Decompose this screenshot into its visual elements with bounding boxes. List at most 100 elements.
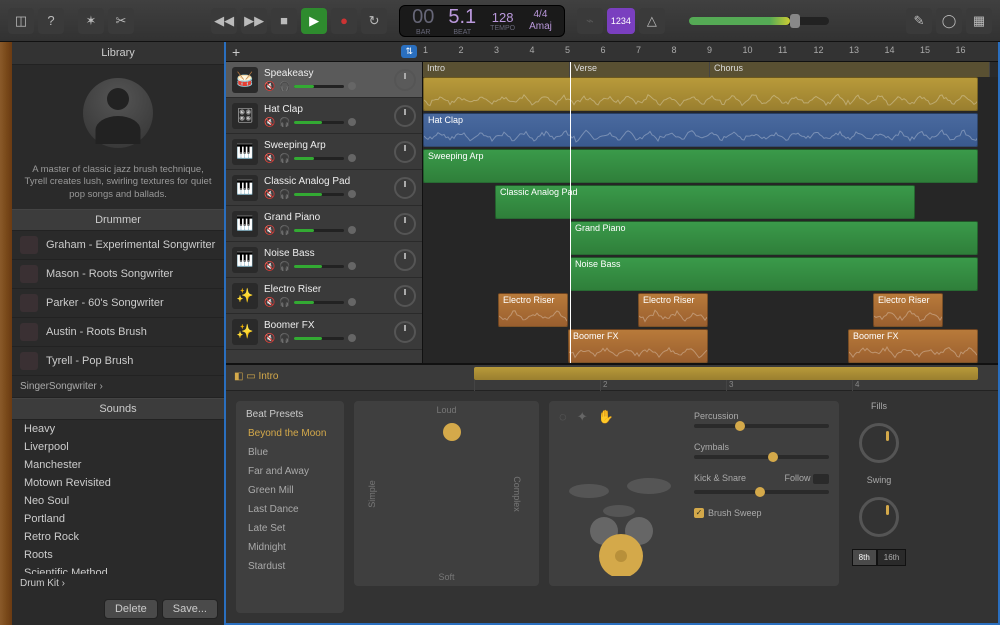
volume-slider[interactable] [294,157,344,160]
settings-icon[interactable]: ✶ [78,8,104,34]
preset-item[interactable]: Late Set [240,519,340,538]
headphone-icon[interactable]: 🎧 [279,153,290,164]
stop-button[interactable]: ■ [271,8,297,34]
mute-icon[interactable]: 🔇 [264,297,275,308]
headphone-icon[interactable]: 🎧 [279,117,290,128]
volume-slider[interactable] [294,85,344,88]
mute-icon[interactable]: 🔇 [264,153,275,164]
sound-item[interactable]: Roots [12,546,224,564]
track-filter-button[interactable]: ⇅ [401,45,417,58]
count-in-button[interactable]: 1234 [607,8,635,34]
volume-slider[interactable] [294,193,344,196]
pan-dot[interactable] [348,118,356,126]
metronome-icon[interactable]: △ [639,8,665,34]
pan-knob[interactable] [394,249,416,271]
sound-item[interactable]: Motown Revisited [12,474,224,492]
drummer-item[interactable]: Graham - Experimental Songwriter [12,231,224,260]
volume-slider[interactable] [294,121,344,124]
mute-icon[interactable]: 🔇 [264,261,275,272]
tuner-icon[interactable]: ⌁ [577,8,603,34]
headphone-icon[interactable]: 🎧 [279,225,290,236]
track-header[interactable]: 🎹Grand Piano🔇🎧 [226,206,422,242]
pan-knob[interactable] [394,177,416,199]
track-header[interactable]: ✨Boomer FX🔇🎧 [226,314,422,350]
sound-item[interactable]: Retro Rock [12,528,224,546]
region[interactable]: Grand Piano [570,221,978,255]
sound-item[interactable]: Neo Soul [12,492,224,510]
kicksnare-slider[interactable] [694,490,829,494]
mute-icon[interactable]: 🔇 [264,81,275,92]
region[interactable]: Hat Clap [423,113,978,147]
pan-knob[interactable] [394,141,416,163]
pan-knob[interactable] [394,321,416,343]
pan-dot[interactable] [348,262,356,270]
arrangement-marker[interactable]: Intro [423,62,570,77]
forward-button[interactable]: ▶▶ [241,8,267,34]
region[interactable]: Noise Bass [570,257,978,291]
region[interactable]: Sweeping Arp [423,149,978,183]
headphone-icon[interactable]: 🎧 [279,333,290,344]
preset-item[interactable]: Blue [240,443,340,462]
preset-item[interactable]: Beyond the Moon [240,424,340,443]
media-browser-icon[interactable]: ▦ [966,8,992,34]
region[interactable]: Boomer FX [568,329,708,363]
pan-knob[interactable] [394,213,416,235]
pan-dot[interactable] [348,226,356,234]
region[interactable]: Classic Analog Pad [495,185,915,219]
drummer-item[interactable]: Tyrell - Pop Brush [12,347,224,376]
record-button[interactable]: ● [331,8,357,34]
percussion-slider[interactable] [694,424,829,428]
scissors-icon[interactable]: ✂ [108,8,134,34]
xy-pad[interactable]: Loud Soft Simple Complex [354,401,539,586]
preset-item[interactable]: Stardust [240,557,340,576]
sound-item[interactable]: Liverpool [12,438,224,456]
volume-slider[interactable] [294,229,344,232]
drum-kit-graphic[interactable] [559,456,689,576]
headphone-icon[interactable]: 🎧 [279,189,290,200]
pan-dot[interactable] [348,334,356,342]
pan-knob[interactable] [394,69,416,91]
hand-icon[interactable]: ✋ [598,409,614,425]
swing-knob[interactable] [859,497,899,537]
region[interactable]: Electro Riser [873,293,943,327]
sound-item[interactable]: Portland [12,510,224,528]
drummer-item[interactable]: Mason - Roots Songwriter [12,260,224,289]
region[interactable]: Electro Riser [638,293,708,327]
pan-knob[interactable] [394,285,416,307]
mute-icon[interactable]: 🔇 [264,225,275,236]
headphone-icon[interactable]: 🎧 [279,261,290,272]
cycle-button[interactable]: ↻ [361,8,387,34]
notepad-icon[interactable]: ✎ [906,8,932,34]
preset-item[interactable]: Last Dance [240,500,340,519]
headphone-icon[interactable]: 🎧 [279,297,290,308]
track-header[interactable]: 🎹Noise Bass🔇🎧 [226,242,422,278]
track-header[interactable]: ✨Electro Riser🔇🎧 [226,278,422,314]
quick-help-icon[interactable]: ? [38,8,64,34]
track-header[interactable]: 🥁Speakeasy🔇🎧 [226,62,422,98]
volume-slider[interactable] [294,265,344,268]
sticks-icon[interactable]: ◌ [559,409,567,425]
mute-icon[interactable]: 🔇 [264,333,275,344]
brush-sweep-checkbox[interactable]: ✓ [694,508,704,518]
swing-resolution-segment[interactable]: 8th16th [852,549,907,566]
sound-item[interactable]: Heavy [12,420,224,438]
region[interactable]: Boomer FX [848,329,978,363]
follow-toggle[interactable] [813,474,829,484]
delete-button[interactable]: Delete [104,599,158,619]
add-track-button[interactable]: + [232,44,246,60]
arrangement-marker[interactable]: Chorus [710,62,990,77]
master-volume-slider[interactable] [689,17,829,25]
pan-dot[interactable] [348,190,356,198]
preset-item[interactable]: Midnight [240,538,340,557]
timeline-ruler[interactable]: 12345678910111213141516 [423,42,998,61]
arrangement-area[interactable]: IntroVerseChorus Hat ClapSweeping ArpCla… [423,62,998,363]
preset-item[interactable]: Far and Away [240,462,340,481]
fills-knob[interactable] [859,423,899,463]
loop-browser-icon[interactable]: ◯ [936,8,962,34]
drummer-item[interactable]: Austin - Roots Brush [12,318,224,347]
shaker-icon[interactable]: ✦ [577,409,588,425]
lcd-display[interactable]: 00BAR 5.1BEAT 128TEMPO 4/4Amaj [399,5,565,37]
mute-icon[interactable]: 🔇 [264,117,275,128]
sound-item[interactable]: Scientific Method [12,564,224,574]
volume-slider[interactable] [294,301,344,304]
